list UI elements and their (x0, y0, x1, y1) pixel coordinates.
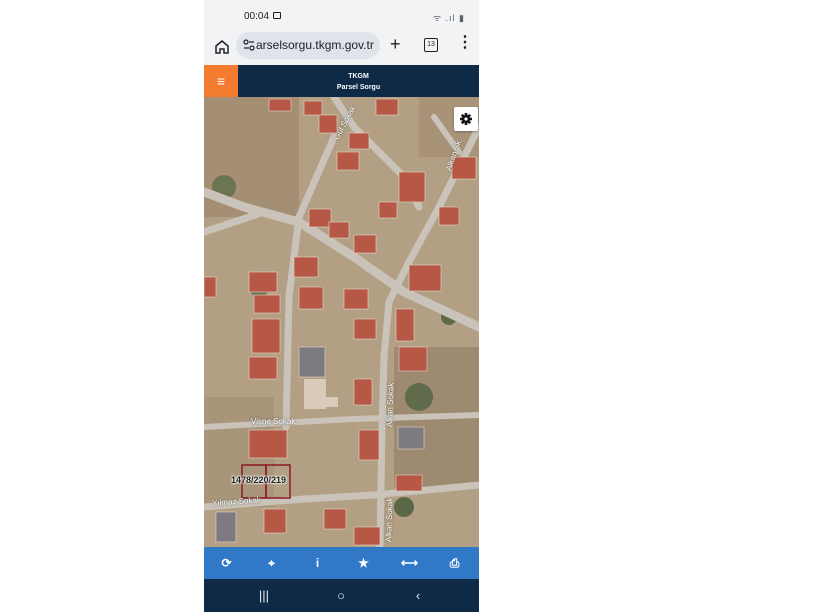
star-icon[interactable]: ★ (341, 547, 386, 579)
image-notification-icon (273, 12, 281, 19)
app-header: ≡ TKGM Parsel Sorgu (204, 65, 479, 97)
measure-icon[interactable]: ⟷ (387, 547, 432, 579)
tab-switcher-button[interactable]: 13 (424, 38, 438, 52)
map-toolbar: ⟳ ⌖ i ★ ⟷ ⎙ (204, 547, 479, 579)
map-settings-button[interactable] (454, 107, 478, 131)
app-subtitle: Parsel Sorgu (336, 84, 381, 91)
browser-toolbar: arselsorgu.tkgm.gov.tr + 13 ⋮ (204, 32, 479, 65)
home-nav-icon[interactable]: ○ (329, 586, 353, 606)
gear-icon (460, 113, 472, 125)
back-icon[interactable]: ‹ (406, 586, 430, 606)
print-icon[interactable]: ⎙ (432, 547, 477, 579)
url-text[interactable]: arselsorgu.tkgm.gov.tr (256, 38, 374, 52)
satellite-map[interactable]: Gül Sokak Alkan Sk. Vişne Sokak Alkan So… (204, 97, 479, 547)
recents-icon[interactable]: ||| (252, 586, 276, 606)
street-label-alkan-bottom: Alkan Sokak (384, 497, 395, 543)
system-nav-bar: ||| ○ ‹ (204, 579, 479, 612)
hamburger-menu-icon[interactable]: ≡ (204, 65, 238, 97)
status-indicators: ᯤ .ıl ▮ (432, 13, 465, 23)
app-title: TKGM (348, 73, 369, 80)
site-settings-icon[interactable] (242, 38, 256, 52)
parcel-label: 1478/220/219 (231, 475, 287, 485)
new-tab-icon[interactable]: + (390, 34, 401, 54)
info-icon[interactable]: i (295, 547, 340, 579)
browser-menu-icon[interactable]: ⋮ (457, 35, 473, 51)
status-time: 00:04 (244, 11, 270, 22)
home-icon[interactable] (213, 38, 231, 56)
street-label-visne: Vişne Sokak (251, 417, 296, 426)
address-bar[interactable]: arselsorgu.tkgm.gov.tr (236, 32, 380, 59)
locate-icon[interactable]: ⌖ (249, 547, 294, 579)
status-bar: 00:04 ᯤ .ıl ▮ (204, 0, 479, 32)
phone-screen: 00:04 ᯤ .ıl ▮ arselsorgu.tkgm.gov.tr + 1… (204, 0, 479, 612)
street-label-alkan-mid: Alkan Sokak (385, 382, 396, 428)
refresh-icon[interactable]: ⟳ (204, 547, 249, 579)
